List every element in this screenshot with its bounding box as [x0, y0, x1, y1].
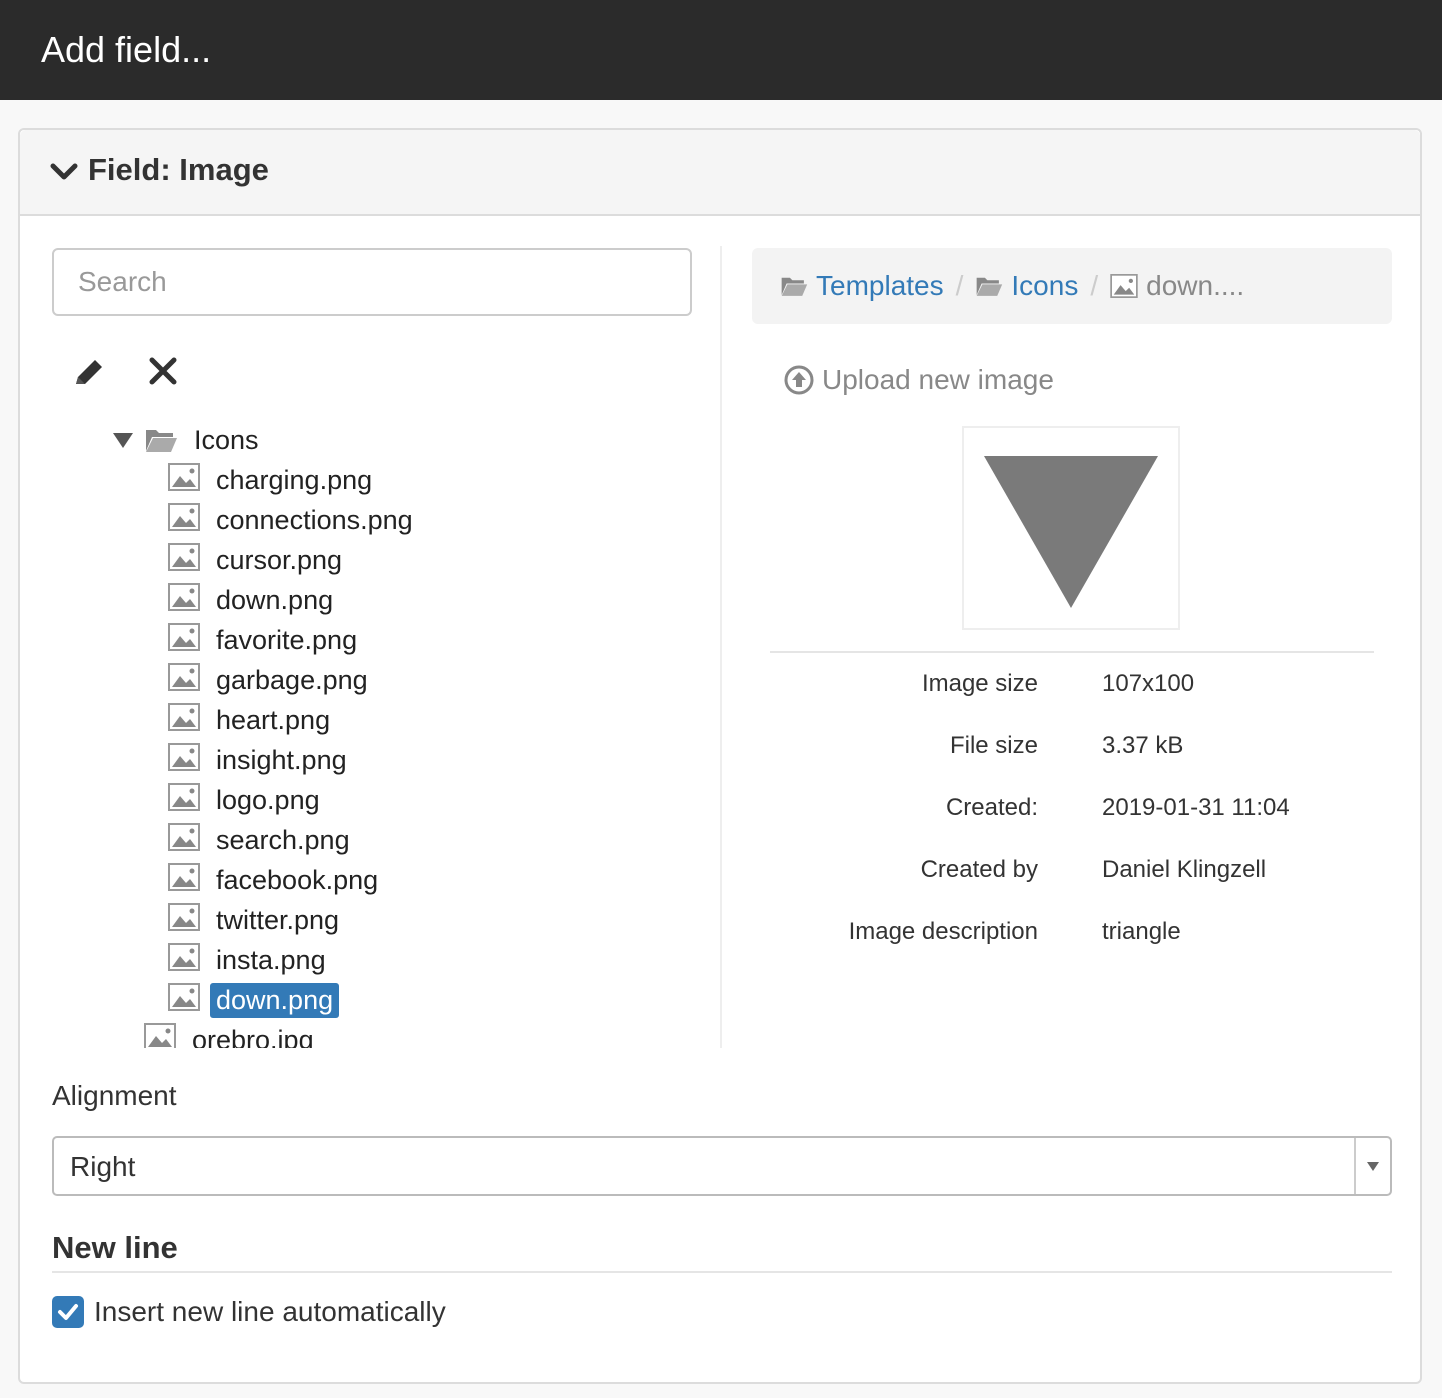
tree-item[interactable]: favorite.png [168, 620, 363, 660]
breadcrumb-label: Templates [816, 270, 944, 301]
insert-new-line-checkbox[interactable]: Insert new line automatically [52, 1296, 446, 1328]
breadcrumb-templates[interactable]: Templates [780, 270, 944, 302]
property-label: Image size [921, 670, 1038, 697]
folder-open-icon [146, 430, 177, 452]
tree-item[interactable]: cursor.png [168, 540, 348, 580]
upload-new-image-button[interactable]: Upload new image [784, 364, 1054, 396]
panel-title: Field: Image [88, 152, 269, 187]
property-value: Daniel Klingzell [1102, 856, 1267, 883]
checkbox-label: Insert new line automatically [94, 1296, 446, 1327]
tree-item-label: insight.png [216, 744, 347, 775]
breadcrumb-icons[interactable]: Icons [975, 270, 1078, 302]
tree-item[interactable]: down.png [168, 980, 340, 1020]
tree-item-label: orebro.jpg [192, 1024, 314, 1049]
tree-item-label: search.png [216, 824, 350, 855]
breadcrumb-current: down.... [1110, 270, 1244, 302]
tree-item-label: charging.png [216, 464, 373, 495]
image-file-icon [168, 702, 210, 738]
property-label: Created: [945, 794, 1038, 821]
tree-item[interactable]: twitter.png [168, 900, 345, 940]
alignment-select[interactable]: Right [52, 1136, 1392, 1196]
image-file-icon [168, 582, 210, 618]
tree-item[interactable]: insta.png [168, 940, 332, 980]
property-label: File size [949, 732, 1038, 759]
field-panel: Field: Image Icons charging.png connectio… [18, 128, 1422, 1384]
divider [770, 651, 1374, 653]
checkmark-icon [58, 1304, 78, 1320]
tree-item[interactable]: insight.png [168, 740, 353, 780]
tree-item-label: down.png [216, 584, 334, 615]
chevron-down-icon[interactable] [50, 158, 78, 191]
divider [52, 1271, 1392, 1273]
caret-down-icon [1367, 1162, 1379, 1171]
property-label: Created by [920, 856, 1038, 883]
image-file-icon [168, 462, 210, 498]
tree-folder-label: Icons [194, 424, 259, 455]
tree-item[interactable]: garbage.png [168, 660, 374, 700]
tree-item[interactable]: heart.png [168, 700, 336, 740]
image-file-icon [1110, 274, 1138, 298]
tree-item-label: logo.png [216, 784, 320, 815]
tree-folder-icons[interactable]: Icons [112, 420, 265, 460]
breadcrumb-separator: / [1090, 270, 1099, 301]
tree-item-label: down.png [210, 982, 340, 1018]
tree-item-label: connections.png [216, 504, 413, 535]
image-file-icon [168, 542, 210, 578]
alignment-label: Alignment [52, 1080, 177, 1111]
image-file-icon [168, 822, 210, 858]
property-value: 2019-01-31 11:04 [1102, 794, 1290, 821]
tree-item-label: favorite.png [216, 624, 358, 655]
folder-open-icon [781, 277, 808, 296]
alignment-selected-value: Right [70, 1151, 136, 1182]
tree-item-label: heart.png [216, 704, 331, 735]
file-tree: Icons charging.png connections.png cursor.… [20, 420, 720, 1048]
new-line-heading: New line [52, 1230, 178, 1265]
image-file-icon [168, 902, 210, 938]
tree-item[interactable]: charging.png [168, 460, 378, 500]
tree-item-sibling[interactable]: orebro.jpg [144, 1020, 320, 1048]
triangle-preview-image [984, 456, 1158, 608]
tree-item-label: facebook.png [216, 864, 379, 895]
image-file-icon [168, 622, 210, 658]
search-input[interactable] [52, 248, 692, 316]
column-divider [720, 246, 722, 1048]
breadcrumb-label: Icons [1011, 270, 1079, 301]
tree-item[interactable]: connections.png [168, 500, 419, 540]
tree-item-label: cursor.png [216, 544, 343, 575]
breadcrumb: Templates / Icons / down.... [752, 248, 1392, 324]
tree-item-label: insta.png [216, 944, 326, 975]
tree-item[interactable]: down.png [168, 580, 339, 620]
tree-item[interactable]: logo.png [168, 780, 326, 820]
image-file-icon [168, 502, 210, 538]
breadcrumb-separator: / [955, 270, 964, 301]
triangle-expanded-icon[interactable] [112, 430, 134, 450]
tree-item-label: garbage.png [216, 664, 368, 695]
property-value: 107x100 [1102, 670, 1195, 697]
breadcrumb-label: down.... [1146, 270, 1245, 301]
checkbox-checked[interactable] [52, 1296, 84, 1328]
property-label: Image description [848, 918, 1038, 945]
tree-item-label: twitter.png [216, 904, 340, 935]
image-file-icon [144, 1022, 186, 1048]
panel-header[interactable]: Field: Image [20, 130, 1420, 216]
close-icon[interactable] [148, 356, 178, 391]
image-file-icon [168, 862, 210, 898]
tree-item[interactable]: facebook.png [168, 860, 384, 900]
image-file-icon [168, 782, 210, 818]
dialog-title: Add field... [0, 0, 1442, 100]
property-value: 3.37 kB [1102, 732, 1184, 759]
tree-item[interactable]: search.png [168, 820, 356, 860]
image-file-icon [168, 942, 210, 978]
folder-open-icon [977, 277, 1003, 296]
upload-label: Upload new image [822, 364, 1054, 395]
image-preview [962, 426, 1180, 630]
image-file-icon [168, 982, 210, 1018]
upload-circle-icon [784, 365, 814, 395]
image-file-icon [168, 662, 210, 698]
property-value: triangle [1102, 918, 1181, 945]
edit-pencil-icon[interactable] [70, 354, 108, 397]
image-file-icon [168, 742, 210, 778]
dropdown-arrow[interactable] [1354, 1138, 1390, 1194]
